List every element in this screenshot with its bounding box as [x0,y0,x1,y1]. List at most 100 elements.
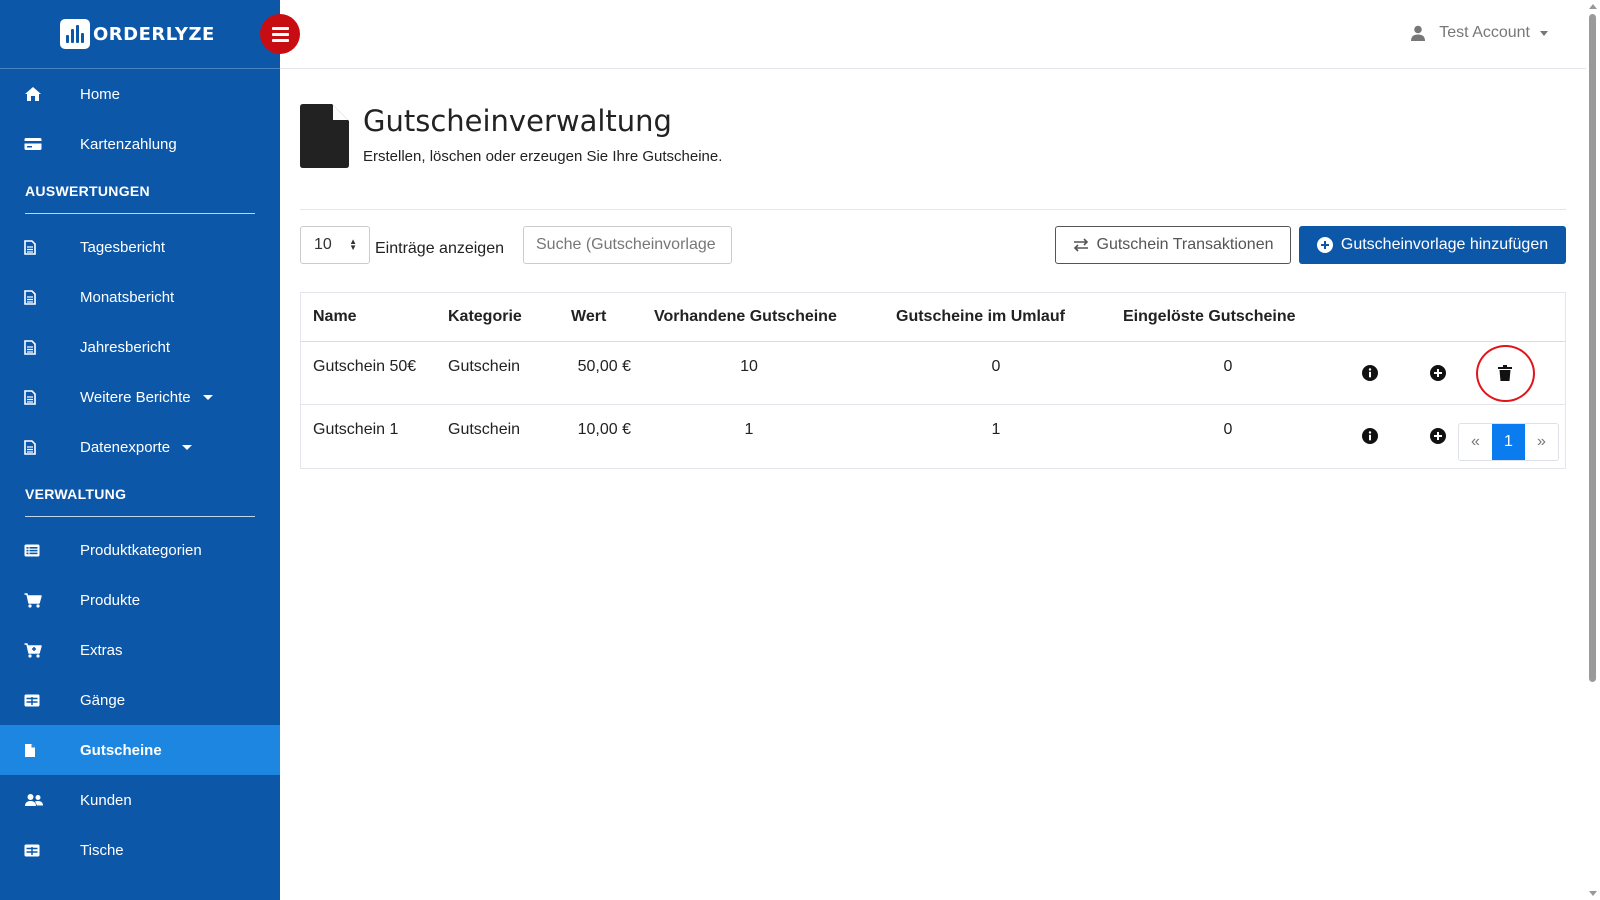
orderlyze-logo-icon [60,19,90,49]
cart-plus-icon [0,642,80,658]
file-icon [0,743,80,758]
sidebar-section-auswertungen: AUSWERTUNGEN [25,183,150,199]
page-scrollbar[interactable] [1586,0,1600,900]
table-icon [0,694,80,707]
voucher-value: 10,00 € [577,421,631,438]
document-icon [0,239,80,255]
scroll-up-icon[interactable] [1589,4,1597,9]
sidebar-item-label: Gutscheine [80,741,162,759]
voucher-category: Gutschein [448,421,521,438]
caret-down-icon [202,394,213,400]
topbar: Test Account [280,0,1586,69]
voucher-category: Gutschein [448,358,521,375]
scroll-down-icon[interactable] [1589,891,1597,896]
users-icon [0,793,80,807]
sidebar-item-label: Jahresbericht [80,338,171,356]
sidebar-item-kartenzahlung[interactable]: Kartenzahlung [0,119,280,169]
entries-label: Einträge anzeigen [375,240,504,257]
sidebar: ORDERLYZE Home Kartenzahlung AUSWERTUNGE… [0,0,280,900]
main-content: Gutscheinverwaltung Erstellen, löschen o… [300,69,1566,288]
generate-vouchers-button[interactable] [1427,425,1449,447]
sidebar-item-label: Tische [80,841,124,859]
column-header-name[interactable]: Name [313,308,357,326]
sidebar-item-extras[interactable]: Extras [0,625,280,675]
sidebar-item-home[interactable]: Home [0,69,280,119]
account-name: Test Account [1439,24,1530,41]
pagination-prev-button[interactable]: « [1459,424,1492,460]
page-subtitle: Erstellen, löschen oder erzeugen Sie Ihr… [363,148,723,165]
voucher-transactions-label: Gutschein Transaktionen [1096,236,1274,253]
document-icon [0,439,80,455]
sidebar-item-gaenge[interactable]: Gänge [0,675,280,725]
hamburger-icon [271,26,289,30]
list-icon [0,544,80,557]
table-icon [0,844,80,857]
sidebar-item-label: Home [80,85,121,103]
plus-circle-icon [1316,237,1333,253]
info-button[interactable] [1359,362,1381,384]
voucher-transactions-button[interactable]: Gutschein Transaktionen [1055,226,1291,264]
sidebar-item-tische[interactable]: Tische [0,825,280,875]
hamburger-icon [271,38,289,42]
account-menu[interactable]: Test Account [1411,24,1548,42]
info-circle-icon [1362,428,1378,444]
sidebar-item-label: Produkte [80,591,141,609]
highlight-circle [1476,345,1535,402]
pagination-page-button[interactable]: 1 [1492,424,1525,460]
caret-down-icon [182,444,193,450]
sidebar-item-kunden[interactable]: Kunden [0,775,280,825]
voucher-name: Gutschein 1 [313,421,399,438]
pagination-next-button[interactable]: » [1525,424,1558,460]
menu-toggle-button[interactable] [260,14,300,54]
sidebar-item-label: Weitere Berichte [80,388,191,406]
search-input[interactable] [523,226,732,264]
entries-value: 10 [314,236,332,253]
voucher-redeemed: 0 [1223,421,1233,438]
hamburger-icon [271,32,289,36]
voucher-available: 1 [744,421,754,438]
voucher-redeemed: 0 [1223,358,1233,375]
sidebar-item-datenexporte[interactable]: Datenexporte [0,422,280,472]
table-header-row: Name Kategorie Wert Vorhandene Gutschein… [301,293,1565,342]
add-voucher-template-button[interactable]: Gutscheinvorlage hinzufügen [1299,226,1566,264]
user-icon [1411,25,1426,41]
sidebar-section-verwaltung: VERWALTUNG [25,486,127,502]
sidebar-item-gutscheine[interactable]: Gutscheine [0,725,280,775]
add-voucher-template-label: Gutscheinvorlage hinzufügen [1340,236,1549,253]
column-header-value[interactable]: Wert [571,308,631,326]
entries-per-page-select[interactable]: 10 ▲ ▼ [300,226,370,264]
sidebar-item-label: Produktkategorien [80,541,202,559]
voucher-value: 50,00 € [577,358,631,375]
caret-down-icon [1540,30,1548,36]
brand-logo[interactable]: ORDERLYZE [0,0,280,69]
column-header-circulating[interactable]: Gutscheine im Umlauf [896,308,1096,326]
exchange-icon [1073,238,1088,252]
scrollbar-thumb[interactable] [1589,14,1596,682]
sidebar-item-label: Datenexporte [80,438,171,456]
generate-vouchers-button[interactable] [1427,362,1449,384]
info-circle-icon [1362,365,1378,381]
document-icon [0,339,80,355]
table-row: Gutschein 1 Gutschein 10,00 € 1 1 0 [301,405,1565,468]
brand-name: ORDERLYZE [93,23,215,45]
sidebar-item-label: Tagesbericht [80,238,166,256]
file-icon [300,104,349,168]
sidebar-item-weitere-berichte[interactable]: Weitere Berichte [0,372,280,422]
voucher-name: Gutschein 50€ [313,358,417,375]
voucher-available: 10 [740,358,758,375]
pagination: « 1 » [1458,423,1559,461]
sidebar-item-monatsbericht[interactable]: Monatsbericht [0,272,280,322]
credit-card-icon [0,137,80,151]
sidebar-item-jahresbericht[interactable]: Jahresbericht [0,322,280,372]
sidebar-item-tagesbericht[interactable]: Tagesbericht [0,222,280,272]
plus-circle-icon [1430,365,1446,381]
sidebar-item-label: Kartenzahlung [80,135,177,153]
column-header-redeemed[interactable]: Eingelöste Gutscheine [1123,308,1333,326]
sidebar-item-produktkategorien[interactable]: Produktkategorien [0,525,280,575]
page-header: Gutscheinverwaltung Erstellen, löschen o… [300,69,1566,210]
voucher-table: Name Kategorie Wert Vorhandene Gutschein… [300,292,1566,469]
sidebar-item-produkte[interactable]: Produkte [0,575,280,625]
column-header-category[interactable]: Kategorie [448,308,522,326]
column-header-available[interactable]: Vorhandene Gutscheine [654,308,844,326]
info-button[interactable] [1359,425,1381,447]
